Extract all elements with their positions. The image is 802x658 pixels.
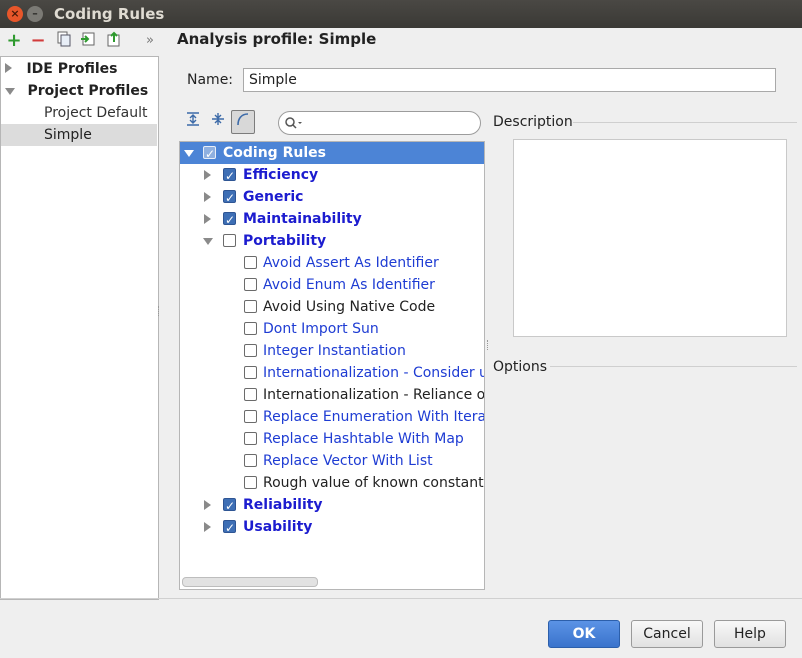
- name-label: Name:: [187, 72, 234, 88]
- rule-item[interactable]: Replace Hashtable With Map: [180, 428, 484, 450]
- filter-icon[interactable]: [231, 110, 255, 134]
- checkbox[interactable]: [244, 300, 257, 313]
- category-maintainability[interactable]: Maintainability: [180, 208, 484, 231]
- rule-item[interactable]: Dont Import Sun: [180, 318, 484, 340]
- checkbox[interactable]: [203, 143, 216, 165]
- tree-item-coding-rules[interactable]: Coding Rules: [180, 142, 484, 165]
- page-title: Analysis profile: Simple: [177, 30, 377, 48]
- title-bar: × – Coding Rules: [0, 0, 802, 28]
- checkbox[interactable]: [244, 366, 257, 379]
- category-efficiency[interactable]: Efficiency: [180, 164, 484, 187]
- tree-item-simple[interactable]: Simple: [1, 124, 157, 146]
- checkbox[interactable]: [244, 476, 257, 489]
- divider: [573, 122, 797, 123]
- expand-arrow-icon[interactable]: [204, 192, 211, 202]
- tree-item-project-profiles[interactable]: Project Profiles: [5, 80, 148, 102]
- category-reliability[interactable]: Reliability: [180, 494, 484, 517]
- options-label: Options: [493, 359, 548, 375]
- checkbox[interactable]: [244, 410, 257, 423]
- profiles-tree: IDE Profiles Project Profiles Project De…: [0, 56, 159, 600]
- rule-item[interactable]: Avoid Enum As Identifier: [180, 274, 484, 296]
- close-icon[interactable]: ×: [7, 6, 23, 22]
- window-title: Coding Rules: [54, 5, 165, 23]
- checkbox[interactable]: [244, 432, 257, 445]
- export-icon[interactable]: [104, 31, 124, 51]
- rule-item[interactable]: Replace Enumeration With Iterat: [180, 406, 484, 428]
- divider: [0, 598, 802, 599]
- plus-icon[interactable]: +: [4, 31, 24, 51]
- import-icon[interactable]: [78, 31, 98, 51]
- rule-item[interactable]: Avoid Assert As Identifier: [180, 252, 484, 274]
- ok-button[interactable]: OK: [548, 620, 620, 648]
- checkbox[interactable]: [244, 454, 257, 467]
- collapse-arrow-icon[interactable]: [184, 150, 194, 157]
- category-portability[interactable]: Portability: [180, 230, 484, 252]
- checkbox[interactable]: [223, 187, 236, 209]
- checkbox[interactable]: [223, 495, 236, 517]
- minus-icon[interactable]: −: [28, 31, 48, 51]
- checkbox[interactable]: [244, 322, 257, 335]
- checkbox[interactable]: [223, 165, 236, 187]
- rule-item[interactable]: Integer Instantiation: [180, 340, 484, 362]
- tree-item-ide-profiles[interactable]: IDE Profiles: [5, 58, 118, 80]
- description-label: Description: [493, 114, 573, 130]
- name-field[interactable]: Simple: [243, 68, 776, 92]
- expand-arrow-icon[interactable]: [204, 522, 211, 532]
- checkbox[interactable]: [244, 278, 257, 291]
- description-box: [513, 139, 787, 337]
- rule-item[interactable]: Replace Vector With List: [180, 450, 484, 472]
- profile-toolbar: + − »: [0, 28, 160, 56]
- category-generic[interactable]: Generic: [180, 186, 484, 209]
- copy-icon[interactable]: [54, 31, 74, 51]
- rule-item[interactable]: Rough value of known constant: [180, 472, 484, 494]
- divider: [550, 366, 797, 367]
- rule-item[interactable]: Avoid Using Native Code: [180, 296, 484, 318]
- expand-arrow-icon[interactable]: [204, 500, 211, 510]
- expand-all-icon[interactable]: [182, 110, 204, 134]
- category-usability[interactable]: Usability: [180, 516, 484, 539]
- splitter-handle[interactable]: [487, 340, 491, 350]
- collapse-arrow-icon[interactable]: [203, 238, 213, 245]
- checkbox[interactable]: [244, 344, 257, 357]
- more-icon[interactable]: »: [140, 31, 160, 51]
- checkbox[interactable]: [223, 234, 236, 247]
- collapse-arrow-icon[interactable]: [5, 88, 15, 95]
- checkbox[interactable]: [244, 388, 257, 401]
- collapse-all-icon[interactable]: [207, 110, 229, 134]
- expand-arrow-icon[interactable]: [204, 214, 211, 224]
- checkbox[interactable]: [223, 209, 236, 231]
- checkbox[interactable]: [244, 256, 257, 269]
- rule-item[interactable]: Internationalization - Consider us: [180, 362, 484, 384]
- tree-item-project-default[interactable]: Project Default: [44, 102, 148, 124]
- rule-item[interactable]: Internationalization - Reliance on: [180, 384, 484, 406]
- rules-tree: Coding Rules Efficiency Generic Maintain…: [179, 141, 485, 590]
- minimize-icon[interactable]: –: [27, 6, 43, 22]
- horizontal-scrollbar[interactable]: [182, 577, 318, 587]
- expand-arrow-icon[interactable]: [204, 170, 211, 180]
- expand-arrow-icon[interactable]: [5, 63, 12, 73]
- search-icon: [285, 117, 302, 129]
- search-input[interactable]: [278, 111, 481, 135]
- cancel-button[interactable]: Cancel: [631, 620, 703, 648]
- splitter-handle[interactable]: [158, 306, 162, 316]
- help-button[interactable]: Help: [714, 620, 786, 648]
- checkbox[interactable]: [223, 517, 236, 539]
